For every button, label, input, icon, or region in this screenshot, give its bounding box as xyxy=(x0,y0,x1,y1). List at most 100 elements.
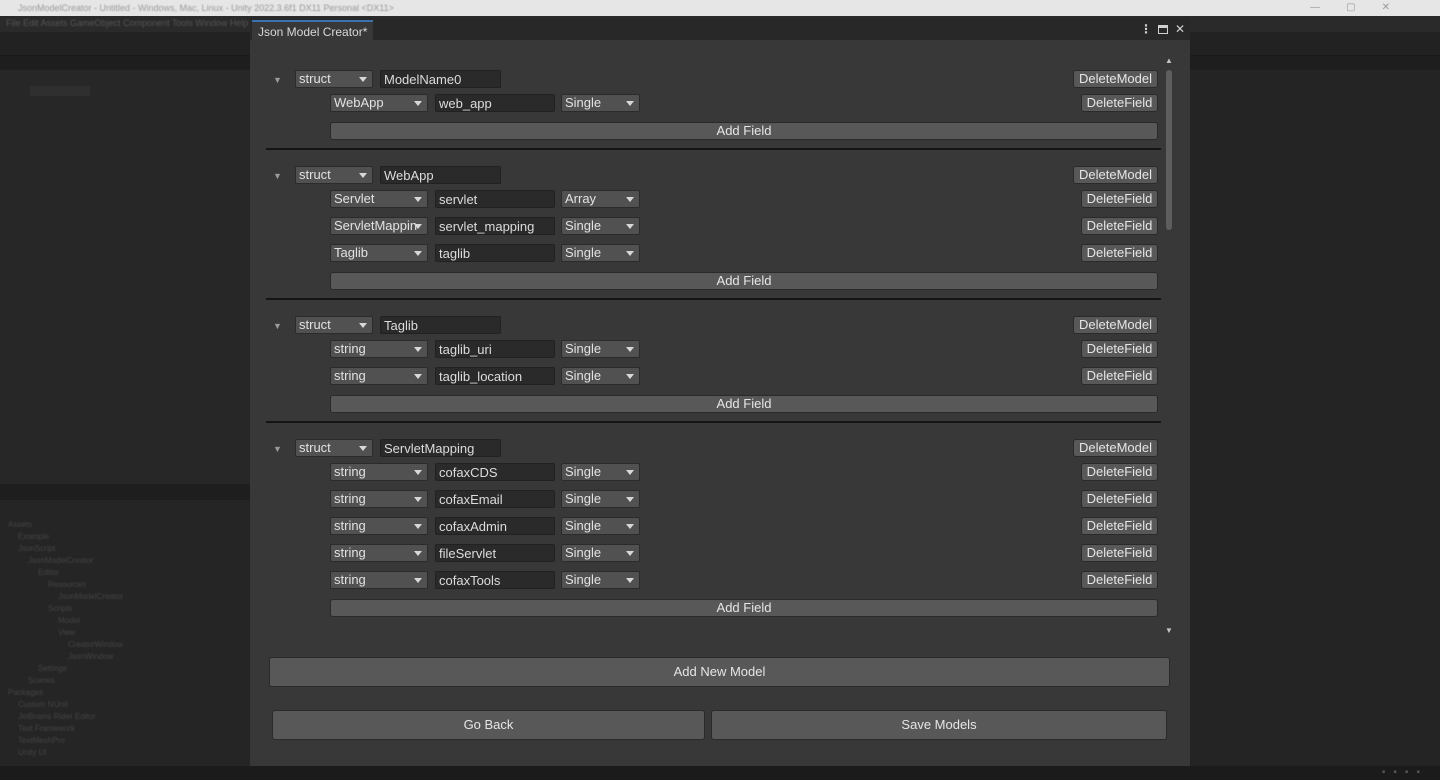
chevron-down-icon xyxy=(359,77,367,82)
field-type-dropdown[interactable]: string xyxy=(330,463,428,481)
field-multiplicity-dropdown[interactable]: Array xyxy=(561,190,640,208)
field-name-field[interactable] xyxy=(435,244,555,262)
model-list[interactable]: ▼ struct DeleteModel WebApp Single DeleteFiel… xyxy=(250,56,1176,646)
field-name-field[interactable] xyxy=(435,340,555,358)
field-name-field[interactable] xyxy=(435,94,555,112)
project-tree-item: JsonScript xyxy=(18,544,56,553)
save-models-button[interactable]: Save Models xyxy=(711,710,1167,740)
field-multiplicity-dropdown[interactable]: Single xyxy=(561,217,640,235)
field-name-field[interactable] xyxy=(435,490,555,508)
model-name-field[interactable] xyxy=(380,70,501,88)
project-tree-item: Packages xyxy=(8,688,44,697)
project-tree-item: JsonModelCreator xyxy=(28,556,94,565)
field-multiplicity-dropdown[interactable]: Single xyxy=(561,367,640,385)
field-type-dropdown[interactable]: string xyxy=(330,571,428,589)
field-name-field[interactable] xyxy=(435,367,555,385)
project-tree-item: Unity UI xyxy=(18,748,47,757)
close-icon[interactable]: ✕ xyxy=(1174,22,1186,36)
field-multiplicity-dropdown[interactable]: Single xyxy=(561,244,640,262)
model-kind-dropdown[interactable]: struct xyxy=(295,316,373,334)
foldout-triangle-icon[interactable]: ▼ xyxy=(273,445,282,454)
model-kind-dropdown[interactable]: struct xyxy=(295,439,373,457)
project-tree-item: Resources xyxy=(48,580,87,589)
model-name-field[interactable] xyxy=(380,439,501,457)
field-multiplicity-dropdown[interactable]: Single xyxy=(561,340,640,358)
unity-menu-text: File Edit Assets GameObject Component To… xyxy=(6,18,249,28)
chevron-down-icon xyxy=(414,347,422,352)
project-tree-item: Settings xyxy=(38,664,67,673)
scrollbar-thumb[interactable] xyxy=(1166,70,1172,230)
field-multiplicity-dropdown[interactable]: Single xyxy=(561,517,640,535)
maximize-icon[interactable] xyxy=(1158,24,1168,34)
model-kind-dropdown[interactable]: struct xyxy=(295,70,373,88)
field-name-field[interactable] xyxy=(435,190,555,208)
field-name-field[interactable] xyxy=(435,463,555,481)
delete-field-button[interactable]: DeleteField xyxy=(1081,190,1158,208)
field-name-field[interactable] xyxy=(435,544,555,562)
vertical-scrollbar[interactable]: ▲ ▼ xyxy=(1162,56,1176,636)
foldout-triangle-icon[interactable]: ▼ xyxy=(273,172,282,181)
field-type-dropdown[interactable]: string xyxy=(330,544,428,562)
field-multiplicity-dropdown[interactable]: Single xyxy=(561,544,640,562)
model-name-field[interactable] xyxy=(380,316,501,334)
delete-model-button[interactable]: DeleteModel xyxy=(1073,439,1158,457)
hierarchy-panel xyxy=(0,56,250,484)
field-name-field[interactable] xyxy=(435,571,555,589)
field-multiplicity-dropdown[interactable]: Single xyxy=(561,490,640,508)
foldout-triangle-icon[interactable]: ▼ xyxy=(273,322,282,331)
field-type-dropdown[interactable]: string xyxy=(330,367,428,385)
delete-field-button[interactable]: DeleteField xyxy=(1081,94,1158,112)
project-tree-item: Scripts xyxy=(48,604,73,613)
project-tree-item: JsonWindow xyxy=(68,652,114,661)
field-type-dropdown[interactable]: string xyxy=(330,490,428,508)
chevron-down-icon xyxy=(359,173,367,178)
add-field-button[interactable]: Add Field xyxy=(330,122,1158,140)
field-row: WebApp Single DeleteField xyxy=(266,94,1161,114)
chevron-down-icon xyxy=(626,470,634,475)
add-new-model-button[interactable]: Add New Model xyxy=(269,657,1170,687)
window-tab-bar: Json Model Creator* ⋮ ✕ xyxy=(250,18,1190,40)
field-type-dropdown[interactable]: string xyxy=(330,517,428,535)
delete-field-button[interactable]: DeleteField xyxy=(1081,217,1158,235)
more-options-icon[interactable]: ⋮ xyxy=(1140,22,1152,36)
chevron-down-icon xyxy=(626,224,634,229)
delete-model-button[interactable]: DeleteModel xyxy=(1073,70,1158,88)
field-multiplicity-dropdown[interactable]: Single xyxy=(561,571,640,589)
delete-field-button[interactable]: DeleteField xyxy=(1081,517,1158,535)
delete-field-button[interactable]: DeleteField xyxy=(1081,463,1158,481)
chevron-down-icon xyxy=(626,497,634,502)
field-type-dropdown[interactable]: WebApp xyxy=(330,94,428,112)
field-type-dropdown[interactable]: ServletMappin xyxy=(330,217,428,235)
field-type-dropdown[interactable]: Servlet xyxy=(330,190,428,208)
delete-field-button[interactable]: DeleteField xyxy=(1081,490,1158,508)
field-type-dropdown[interactable]: Taglib xyxy=(330,244,428,262)
model-name-field[interactable] xyxy=(380,166,501,184)
chevron-down-icon xyxy=(414,197,422,202)
field-name-field[interactable] xyxy=(435,517,555,535)
delete-field-button[interactable]: DeleteField xyxy=(1081,244,1158,262)
scroll-up-icon[interactable]: ▲ xyxy=(1164,56,1174,66)
delete-field-button[interactable]: DeleteField xyxy=(1081,571,1158,589)
field-type-dropdown[interactable]: string xyxy=(330,340,428,358)
field-name-field[interactable] xyxy=(435,217,555,235)
scroll-down-icon[interactable]: ▼ xyxy=(1164,626,1174,636)
model-block: ▼ struct DeleteModel Servlet Array DeleteFiel… xyxy=(266,164,1161,291)
window-tab[interactable]: Json Model Creator* xyxy=(252,20,374,40)
add-field-button[interactable]: Add Field xyxy=(330,395,1158,413)
delete-model-button[interactable]: DeleteModel xyxy=(1073,166,1158,184)
delete-field-button[interactable]: DeleteField xyxy=(1081,367,1158,385)
unity-title-bar: JsonModelCreator - Untitled - Windows, M… xyxy=(0,0,1440,16)
delete-field-button[interactable]: DeleteField xyxy=(1081,544,1158,562)
field-multiplicity-dropdown[interactable]: Single xyxy=(561,94,640,112)
go-back-button[interactable]: Go Back xyxy=(272,710,705,740)
model-kind-dropdown[interactable]: struct xyxy=(295,166,373,184)
add-field-button[interactable]: Add Field xyxy=(330,272,1158,290)
field-multiplicity-dropdown[interactable]: Single xyxy=(561,463,640,481)
delete-field-button[interactable]: DeleteField xyxy=(1081,340,1158,358)
project-tree-item: JetBrains Rider Editor xyxy=(18,712,96,721)
add-field-button[interactable]: Add Field xyxy=(330,599,1158,617)
field-row: string Single DeleteField xyxy=(266,571,1161,591)
chevron-down-icon xyxy=(414,224,422,229)
delete-model-button[interactable]: DeleteModel xyxy=(1073,316,1158,334)
foldout-triangle-icon[interactable]: ▼ xyxy=(273,76,282,85)
